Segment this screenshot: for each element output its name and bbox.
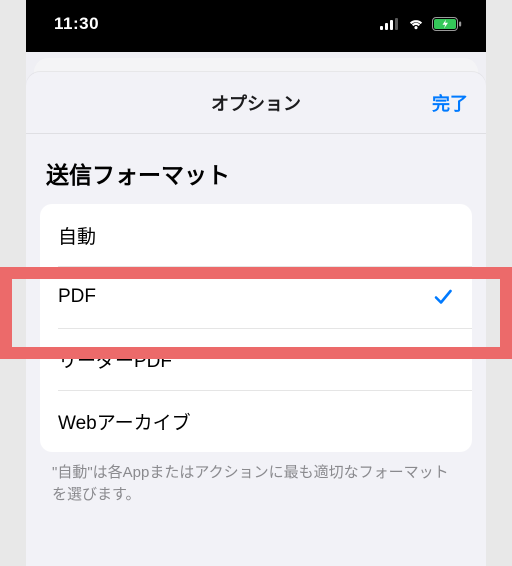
status-right [380,17,462,31]
wifi-icon [407,18,425,30]
sheet-title: オプション [211,90,301,116]
options-sheet: オプション 完了 送信フォーマット 自動 PDF [26,72,486,566]
status-time: 11:30 [54,14,99,34]
section-footer: "自動"は各Appまたはアクションに最も適切なフォーマットを選びます。 [26,452,486,506]
phone-screen: 11:30 [26,0,486,566]
format-option-auto[interactable]: 自動 [40,204,472,266]
checkmark-icon [432,286,454,308]
sheet-header: オプション 完了 [26,72,486,134]
battery-charging-icon [432,17,462,31]
status-bar: 11:30 [26,0,486,52]
screenshot-frame: 11:30 [0,0,512,566]
cellular-signal-icon [380,18,400,30]
option-label: リーダーPDF [58,346,454,373]
option-label: Webアーカイブ [58,408,454,435]
done-button[interactable]: 完了 [432,90,468,116]
send-format-section: 送信フォーマット 自動 PDF リーダーPDF [26,134,486,506]
format-option-reader-pdf[interactable]: リーダーPDF [40,328,472,390]
option-label: PDF [58,286,432,308]
format-option-pdf[interactable]: PDF [40,266,472,328]
format-list: 自動 PDF リーダーPDF Webアーカイブ [40,204,472,452]
section-title: 送信フォーマット [26,156,486,200]
format-option-webarchive[interactable]: Webアーカイブ [40,390,472,452]
option-label: 自動 [58,222,454,249]
